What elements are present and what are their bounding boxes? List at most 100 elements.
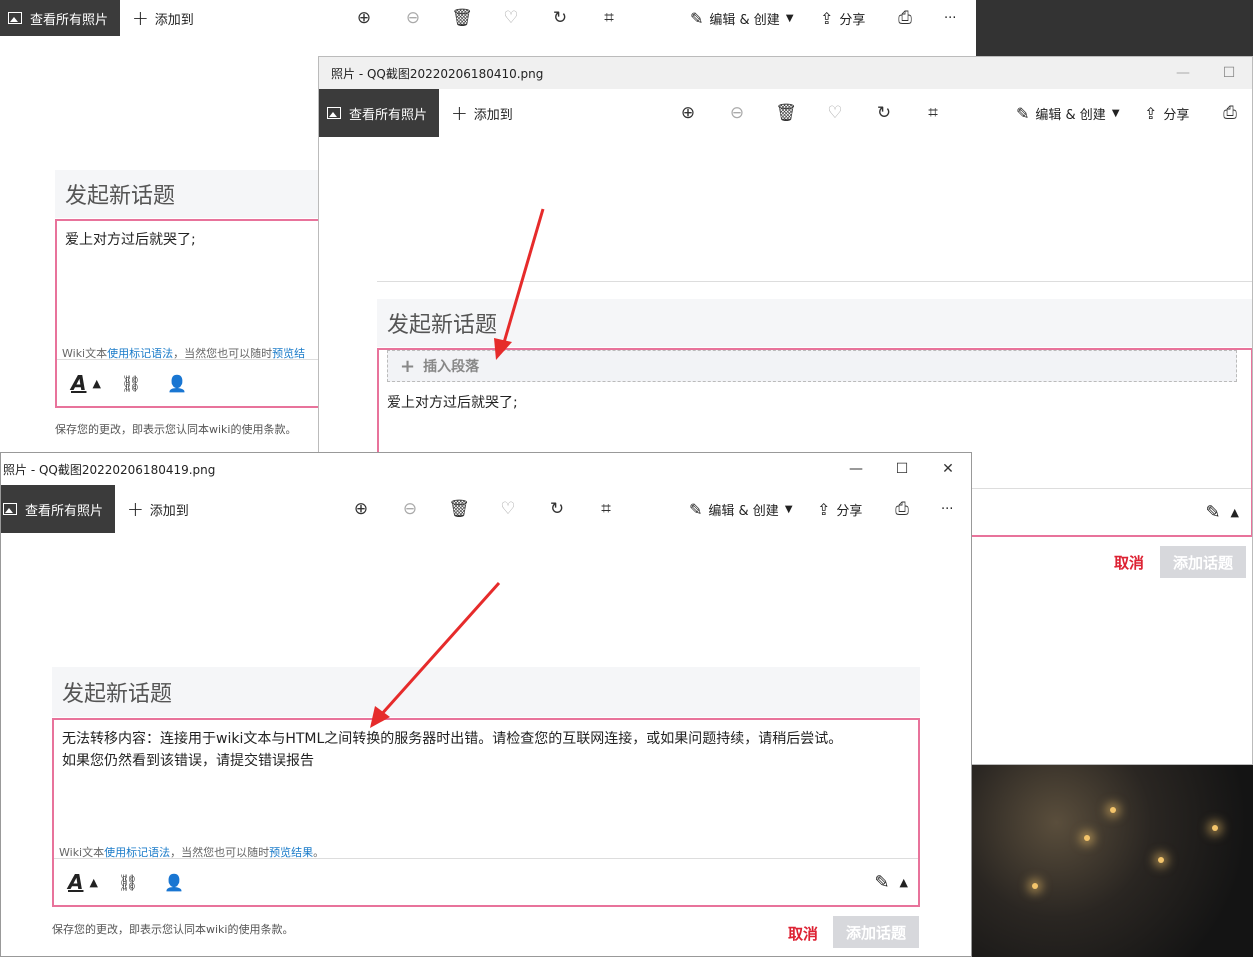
zoom-in-icon[interactable]: ⊕ — [348, 485, 374, 533]
heart-icon[interactable]: ♡ — [822, 89, 848, 137]
editor-toolbar: A ▲ ⛓ 👤 ✎ ▲ — [54, 858, 918, 905]
link-icon[interactable]: ⛓ — [118, 873, 138, 892]
background-photo — [976, 0, 1253, 56]
photo-icon — [8, 12, 22, 24]
chevron-down-icon: ▼ — [1111, 107, 1120, 119]
maximize-icon[interactable]: ☐ — [1206, 57, 1252, 89]
minimize-icon[interactable]: — — [833, 453, 879, 485]
view-all-label: 查看所有照片 — [30, 12, 109, 28]
edit-create-label: 编辑 & 创建 — [708, 503, 779, 519]
share-icon: ⇪ — [820, 8, 834, 28]
editor-bg[interactable]: 爱上对方过后就哭了; Wiki文本使用标记语法，当然您也可以随时预览结 A ▲ … — [55, 219, 345, 408]
photo-icon — [327, 107, 341, 119]
view-all-label: 查看所有照片 — [25, 503, 104, 519]
edit-create-button[interactable]: ✎ 编辑 & 创建 ▼ — [689, 485, 793, 533]
printer-icon[interactable]: ⎙ — [1217, 89, 1243, 137]
plus-icon: + — [451, 101, 468, 125]
cancel-button[interactable]: 取消 — [788, 923, 818, 944]
rotate-icon[interactable]: ↻ — [544, 485, 570, 533]
terms-notice: 保存您的更改，即表示您认同本wiki的使用条款。 — [52, 923, 294, 936]
trash-icon[interactable]: 🗑 — [446, 485, 472, 533]
street-light — [1110, 807, 1116, 813]
plus-icon: + — [127, 497, 144, 521]
photo-icon — [3, 503, 17, 515]
chevron-down-icon: ▼ — [785, 12, 794, 24]
add-to-label: 添加到 — [154, 12, 194, 28]
zoom-out-icon[interactable]: ⊖ — [397, 485, 423, 533]
edit-create-icon: ✎ — [1016, 103, 1030, 123]
text-format-icon[interactable]: A — [68, 870, 83, 894]
edit-create-button[interactable]: ✎ 编辑 & 创建 ▼ — [690, 0, 794, 36]
crop-icon[interactable]: ⌗ — [920, 89, 946, 137]
chevron-down-icon: ▼ — [784, 503, 793, 515]
photos-toolbar: 查看所有照片 + 添加到 ⊕ ⊖ 🗑 ♡ ↻ ⌗ ✎ 编辑 & 创建 ▼ ⇪ 分享 ⎙… — [1, 485, 971, 533]
street-light — [1212, 825, 1218, 831]
link-icon[interactable]: ⛓ — [121, 374, 141, 393]
minimize-icon[interactable]: — — [1160, 57, 1206, 89]
share-button[interactable]: ⇪ 分享 — [817, 485, 862, 533]
topic-heading-bg: 发起新话题 — [55, 170, 335, 218]
rotate-icon[interactable]: ↻ — [547, 0, 573, 36]
street-light — [1032, 883, 1038, 889]
crop-icon[interactable]: ⌗ — [593, 485, 619, 533]
topic-heading: 发起新话题 — [52, 667, 920, 717]
night-street-photo — [972, 765, 1253, 957]
zoom-in-icon[interactable]: ⊕ — [675, 89, 701, 137]
plus-icon: + — [132, 6, 149, 30]
add-user-icon[interactable]: 👤 — [164, 873, 184, 892]
chevron-up-icon[interactable]: ▲ — [900, 876, 908, 889]
crop-icon[interactable]: ⌗ — [596, 0, 622, 36]
insert-paragraph-label: 插入段落 — [423, 359, 480, 375]
plus-icon: + — [400, 355, 416, 377]
terms-notice-bg: 保存您的更改，即表示您认同本wiki的使用条款。 — [55, 423, 297, 436]
maximize-icon[interactable]: ☐ — [879, 453, 925, 485]
zoom-in-icon[interactable]: ⊕ — [351, 0, 377, 36]
edit-create-label: 编辑 & 创建 — [1035, 107, 1106, 123]
view-all-photos-button[interactable]: 查看所有照片 — [1, 485, 116, 533]
printer-icon[interactable]: ⎙ — [889, 485, 915, 533]
topic-heading: 发起新话题 — [377, 299, 1252, 347]
share-icon: ⇪ — [1144, 103, 1158, 123]
view-all-label: 查看所有照片 — [349, 107, 428, 123]
heart-icon[interactable]: ♡ — [495, 485, 521, 533]
error-line-1: 无法转移内容：连接用于wiki文本与HTML之间转换的服务器时出错。请检查您的互… — [62, 731, 843, 747]
close-icon[interactable]: ✕ — [925, 453, 971, 485]
edit-create-label: 编辑 & 创建 — [709, 12, 780, 28]
chevron-up-icon[interactable]: ▲ — [1231, 506, 1239, 519]
printer-icon[interactable]: ⎙ — [892, 0, 918, 36]
add-to-button[interactable]: + 添加到 — [451, 103, 513, 123]
divider — [377, 281, 1252, 282]
more-button[interactable]: ··· — [944, 0, 956, 36]
add-to-button[interactable]: + 添加到 — [127, 499, 189, 519]
chevron-up-icon[interactable]: ▲ — [92, 377, 100, 390]
add-to-button[interactable]: + 添加到 — [132, 8, 194, 28]
share-button[interactable]: ⇪ 分享 — [1144, 89, 1189, 137]
text-format-icon[interactable]: A — [71, 371, 86, 395]
add-topic-button[interactable]: 添加话题 — [833, 916, 919, 948]
insert-paragraph-button[interactable]: + 插入段落 — [387, 350, 1237, 382]
window-title: 照片 - QQ截图20220206180410.png — [331, 66, 544, 81]
chevron-up-icon[interactable]: ▲ — [89, 876, 97, 889]
more-button[interactable]: ··· — [941, 485, 953, 533]
topic-heading-text: 发起新话题 — [387, 313, 498, 338]
add-user-icon[interactable]: 👤 — [167, 374, 187, 393]
trash-icon[interactable]: 🗑 — [449, 0, 475, 36]
zoom-out-icon[interactable]: ⊖ — [724, 89, 750, 137]
view-all-photos-button[interactable]: 查看所有照片 — [319, 89, 440, 137]
cancel-button[interactable]: 取消 — [1114, 552, 1144, 573]
edit-create-button[interactable]: ✎ 编辑 & 创建 ▼ — [1016, 89, 1120, 137]
error-message: 无法转移内容：连接用于wiki文本与HTML之间转换的服务器时出错。请检查您的互… — [62, 728, 842, 772]
add-topic-button[interactable]: 添加话题 — [1160, 546, 1246, 578]
middle-titlebar: 照片 - QQ截图20220206180410.png — ☐ — [319, 57, 1252, 89]
add-to-label: 添加到 — [473, 107, 513, 123]
editor-front[interactable]: 无法转移内容：连接用于wiki文本与HTML之间转换的服务器时出错。请检查您的互… — [52, 718, 920, 907]
zoom-out-icon[interactable]: ⊖ — [400, 0, 426, 36]
rotate-icon[interactable]: ↻ — [871, 89, 897, 137]
pencil-icon[interactable]: ✎ — [874, 872, 889, 893]
share-button[interactable]: ⇪ 分享 — [820, 0, 865, 36]
trash-icon[interactable]: 🗑 — [773, 89, 799, 137]
heart-icon[interactable]: ♡ — [498, 0, 524, 36]
view-all-photos-button[interactable]: 查看所有照片 — [0, 0, 121, 36]
editor-text-mid: 爱上对方过后就哭了; — [387, 395, 518, 411]
pencil-icon[interactable]: ✎ — [1205, 502, 1220, 523]
